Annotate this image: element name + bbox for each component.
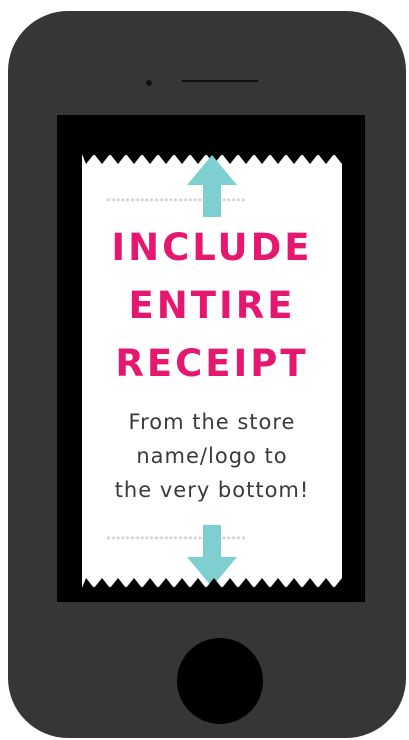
speaker-grille — [182, 80, 258, 82]
camera-icon — [146, 80, 152, 86]
home-button[interactable] — [177, 638, 263, 724]
headline-line-3: RECEIPT — [115, 342, 309, 385]
subtext-line-2: name/logo to — [136, 444, 288, 468]
receipt-bottom-edge — [82, 578, 342, 588]
subtext-line-1: From the store — [128, 410, 296, 434]
headline-line-2: ENTIRE — [128, 284, 296, 327]
receipt: ***************************** INCLUDE EN… — [82, 154, 342, 588]
headline-line-1: INCLUDE — [111, 226, 313, 269]
stage: ***************************** INCLUDE EN… — [0, 0, 409, 740]
subtext-line-3: the very bottom! — [114, 478, 310, 502]
arrow-up-icon — [187, 155, 237, 217]
